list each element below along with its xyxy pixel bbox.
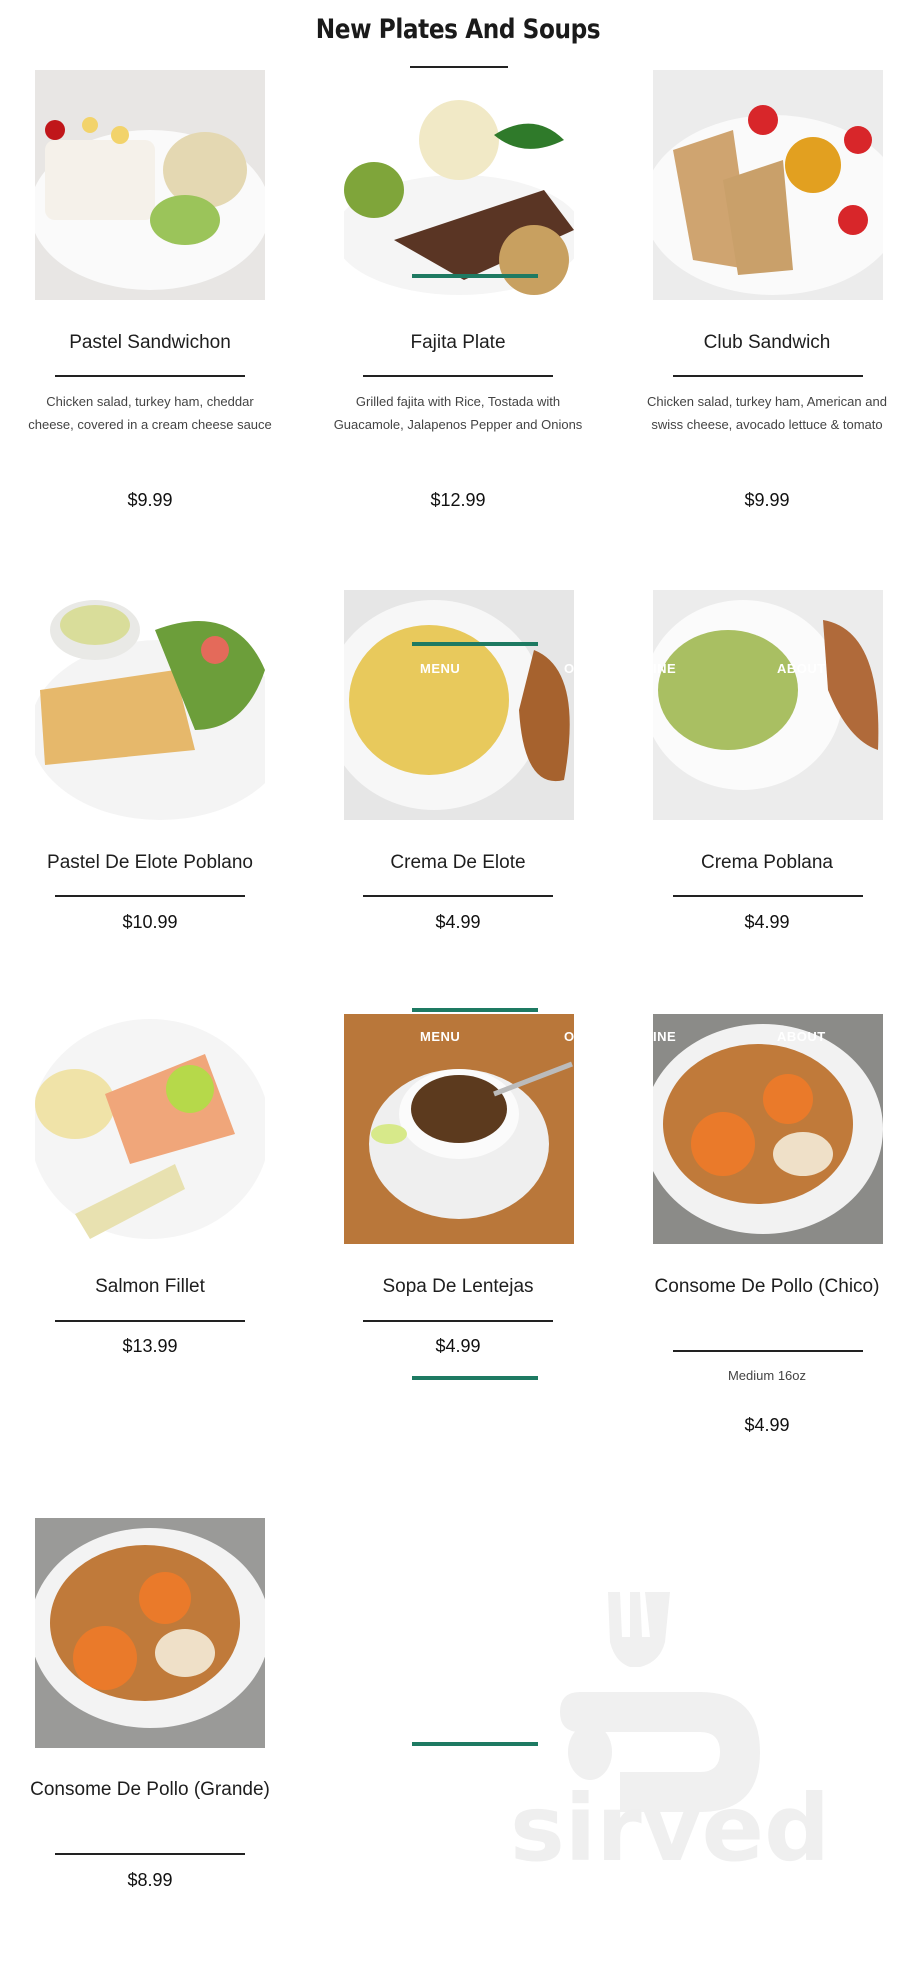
accent-line — [412, 1008, 538, 1012]
nav-menu-link[interactable]: MENU — [420, 1029, 460, 1044]
item-name: Fajita Plate — [410, 332, 506, 353]
item-name: Salmon Fillet — [95, 1276, 205, 1297]
item-description: Chicken salad, turkey ham, American and … — [647, 394, 887, 432]
dish-photo — [653, 70, 883, 300]
dish-photo — [653, 590, 883, 820]
nav-about-link[interactable]: ABOUT — [777, 1029, 826, 1044]
item-divider — [673, 375, 863, 377]
dish-photo — [653, 1014, 883, 1244]
item-description: Grilled fajita with Rice, Tostada with G… — [333, 394, 583, 432]
item-divider — [363, 1320, 553, 1322]
accent-line — [412, 274, 538, 278]
item-price: $9.99 — [744, 490, 790, 510]
dish-photo — [35, 1014, 265, 1244]
dish-photo — [35, 70, 265, 300]
item-price: $8.99 — [127, 1870, 173, 1890]
dish-photo — [344, 590, 574, 820]
svg-text:sirved: sirved — [510, 1775, 830, 1872]
accent-line — [412, 1376, 538, 1380]
item-name: Pastel Sandwichon — [69, 332, 231, 353]
item-divider — [673, 895, 863, 897]
item-price: $10.99 — [122, 912, 178, 932]
item-divider — [363, 895, 553, 897]
item-price: $9.99 — [127, 490, 173, 510]
item-name: Consome De Pollo (Chico) — [654, 1276, 880, 1297]
item-divider — [55, 1320, 245, 1322]
dish-photo — [35, 1518, 265, 1748]
nav-menu-link[interactable]: MENU — [420, 661, 460, 676]
item-price: $4.99 — [744, 912, 790, 932]
item-name: Club Sandwich — [703, 332, 831, 353]
page-title: New Plates And Soups — [315, 14, 601, 45]
nav-online-link[interactable]: O — [564, 661, 575, 676]
item-price: $13.99 — [122, 1336, 178, 1356]
item-divider — [55, 375, 245, 377]
item-name: Sopa De Lentejas — [382, 1276, 534, 1297]
item-description: Medium 16oz — [727, 1368, 807, 1383]
item-name: Consome De Pollo (Grande) — [30, 1779, 270, 1800]
nav-online-link[interactable]: O — [564, 1029, 575, 1044]
nav-online-link[interactable]: INE — [653, 1029, 676, 1044]
item-divider — [55, 895, 245, 897]
dish-photo — [35, 590, 265, 820]
item-price: $4.99 — [744, 1415, 790, 1435]
item-name: Crema Poblana — [700, 852, 834, 873]
item-divider — [363, 375, 553, 377]
item-name: Crema De Elote — [390, 852, 526, 873]
accent-line — [412, 642, 538, 646]
item-divider — [673, 1350, 863, 1352]
item-price: $12.99 — [430, 490, 486, 510]
item-price: $4.99 — [435, 912, 481, 932]
sirved-watermark: sirved — [500, 1572, 860, 1882]
item-divider — [55, 1853, 245, 1855]
item-description: Chicken salad, turkey ham, cheddar chees… — [28, 394, 272, 432]
item-price: $4.99 — [435, 1336, 481, 1356]
item-name: Pastel De Elote Poblano — [47, 852, 253, 873]
nav-online-link[interactable]: INE — [653, 661, 676, 676]
title-divider — [410, 66, 508, 68]
nav-about-link[interactable]: ABOUT — [777, 661, 826, 676]
dish-photo — [344, 70, 574, 300]
dish-photo — [344, 1014, 574, 1244]
